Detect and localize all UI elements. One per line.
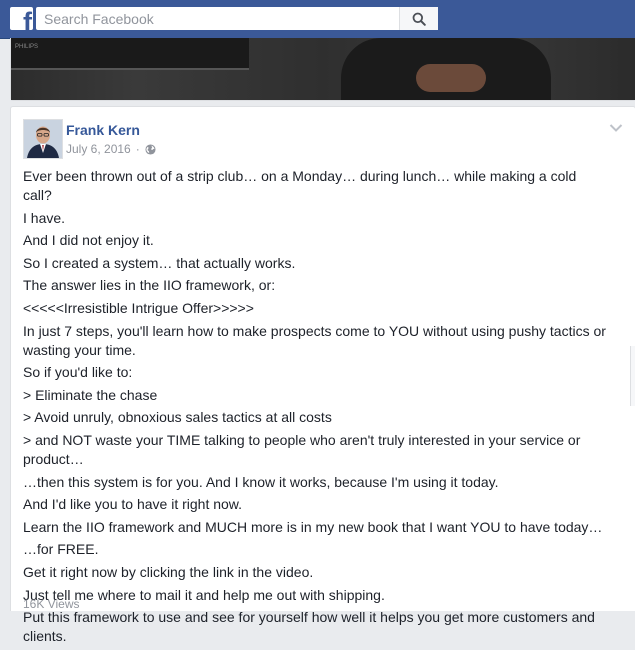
monitor-brand-label: PHILIPS	[15, 44, 39, 50]
post-card: Frank Kern July 6, 2016 · Ever been thro…	[10, 106, 635, 644]
video-frame[interactable]: PHILIPS	[11, 38, 635, 100]
search-icon	[412, 12, 426, 26]
previous-post-video[interactable]: PHILIPS	[10, 38, 635, 101]
profile-photo-icon	[24, 120, 62, 158]
post-paragraph: Just tell me where to mail it and help m…	[23, 586, 385, 603]
search-button[interactable]	[399, 7, 438, 30]
search-box[interactable]	[36, 7, 438, 30]
post-paragraph: Put this framework to use and see for yo…	[23, 609, 595, 645]
speaker-hands	[416, 64, 486, 92]
post-date[interactable]: July 6, 2016	[66, 142, 131, 156]
post-body: Ever been thrown out of a strip club… on…	[23, 167, 608, 650]
post-paragraph: …for FREE.	[23, 541, 99, 558]
post-paragraph: So if you'd like to:	[23, 364, 133, 381]
search-input[interactable]	[36, 7, 394, 30]
post-meta: July 6, 2016 ·	[66, 142, 156, 156]
post-paragraph: Get it right now by clicking the link in…	[23, 563, 314, 580]
post-paragraph: > Avoid unruly, obnoxious sales tactics …	[23, 409, 332, 426]
post-paragraph: And I'd like you to have it right now.	[23, 496, 243, 513]
post-paragraph: Learn the IIO framework and MUCH more is…	[23, 518, 603, 535]
post-paragraph: So I created a system… that actually wor…	[23, 254, 296, 271]
globe-icon[interactable]	[145, 143, 156, 155]
view-count: 16K Views	[23, 597, 80, 611]
facebook-logo-letter: f	[23, 7, 32, 31]
post-paragraph: In just 7 steps, you'll learn how to mak…	[23, 322, 606, 358]
avatar[interactable]	[23, 119, 63, 159]
middle-dot-separator: ·	[135, 142, 140, 156]
post-paragraph: > Eliminate the chase	[23, 386, 158, 403]
post-author-name[interactable]: Frank Kern	[66, 122, 140, 138]
facebook-logo-icon[interactable]: f	[10, 7, 33, 30]
background-monitor: PHILIPS	[11, 38, 249, 70]
post-paragraph: …then this system is for you. And I know…	[23, 473, 499, 490]
top-navigation-bar: f	[0, 0, 635, 39]
post-paragraph: > and NOT waste your TIME talking to peo…	[23, 431, 581, 467]
post-paragraph: And I did not enjoy it.	[23, 232, 154, 249]
post-paragraph: I have.	[23, 209, 66, 226]
post-paragraph: <<<<<Irresistible Intrigue Offer>>>>>	[23, 299, 254, 316]
side-panel-edge	[630, 346, 635, 406]
chevron-down-icon[interactable]	[609, 123, 623, 133]
post-paragraph: Ever been thrown out of a strip club… on…	[23, 168, 577, 203]
post-paragraph: The answer lies in the IIO framework, or…	[23, 277, 276, 294]
